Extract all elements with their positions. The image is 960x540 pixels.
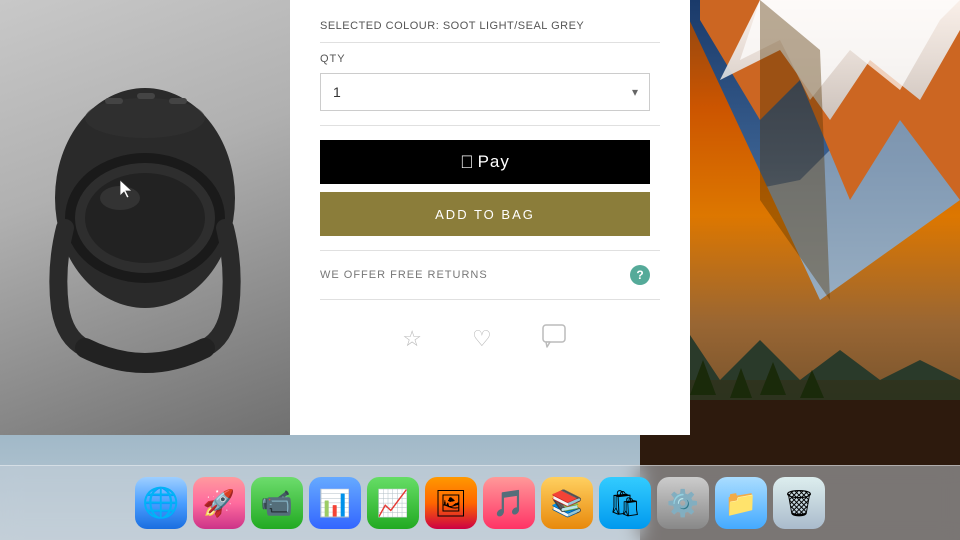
apple-pay-text: Pay bbox=[478, 152, 510, 172]
divider-4 bbox=[320, 299, 660, 300]
dock-item-finder[interactable]: 🌐 bbox=[135, 477, 187, 529]
star-button[interactable]: ☆ bbox=[402, 326, 422, 352]
apple-pay-button[interactable]:  Pay bbox=[320, 140, 650, 184]
product-image bbox=[0, 0, 290, 435]
selected-colour-label: SELECTED COLOUR: soot light/seal grey bbox=[320, 20, 660, 32]
divider-2 bbox=[320, 125, 660, 126]
chat-button[interactable] bbox=[542, 324, 568, 354]
dock-item-ibooks[interactable]: 📚 bbox=[541, 477, 593, 529]
divider-1 bbox=[320, 42, 660, 43]
apple-pay-logo:  Pay bbox=[460, 152, 510, 173]
dock-item-photos[interactable]: 🖼 bbox=[425, 477, 477, 529]
qty-label: QTY bbox=[320, 53, 660, 65]
dock-item-itunes[interactable]: 🎵 bbox=[483, 477, 535, 529]
heart-icon: ♡ bbox=[472, 326, 492, 352]
qty-select[interactable]: 1 2 3 4 5 bbox=[320, 73, 650, 111]
dock-item-launchpad[interactable]: 🚀 bbox=[193, 477, 245, 529]
dock-item-numbers[interactable]: 📈 bbox=[367, 477, 419, 529]
mac-dock: 🌐 🚀 📹 📊 📈 🖼 🎵 📚 🛍 ⚙️ 📁 🗑 bbox=[0, 465, 960, 540]
chat-icon bbox=[542, 324, 568, 354]
dock-item-appstore[interactable]: 🛍 bbox=[599, 477, 651, 529]
help-icon[interactable]: ? bbox=[630, 265, 650, 285]
heart-button[interactable]: ♡ bbox=[472, 326, 492, 352]
add-to-bag-label: ADD TO BAG bbox=[435, 207, 535, 222]
free-returns-text: WE OFFER FREE RETURNS bbox=[320, 269, 488, 281]
divider-3 bbox=[320, 250, 660, 251]
dock-item-keynote[interactable]: 📊 bbox=[309, 477, 361, 529]
star-icon: ☆ bbox=[402, 326, 422, 352]
dock-item-files[interactable]: 📁 bbox=[715, 477, 767, 529]
dock-item-trash[interactable]: 🗑 bbox=[773, 477, 825, 529]
dock-item-sysprefs[interactable]: ⚙️ bbox=[657, 477, 709, 529]
product-image-panel bbox=[0, 0, 290, 435]
free-returns-row: WE OFFER FREE RETURNS ? bbox=[320, 265, 650, 285]
dock-item-facetime[interactable]: 📹 bbox=[251, 477, 303, 529]
apple-icon:  bbox=[460, 152, 474, 173]
product-helmet-svg bbox=[35, 48, 255, 388]
qty-select-wrapper[interactable]: 1 2 3 4 5 ▾ bbox=[320, 73, 650, 111]
selected-colour-value: soot light/seal grey bbox=[443, 20, 584, 32]
action-icons-row: ☆ ♡ bbox=[320, 314, 650, 354]
product-detail-panel: SELECTED COLOUR: soot light/seal grey QT… bbox=[290, 0, 690, 435]
mouse-cursor bbox=[120, 180, 132, 198]
add-to-bag-button[interactable]: ADD TO BAG bbox=[320, 192, 650, 236]
